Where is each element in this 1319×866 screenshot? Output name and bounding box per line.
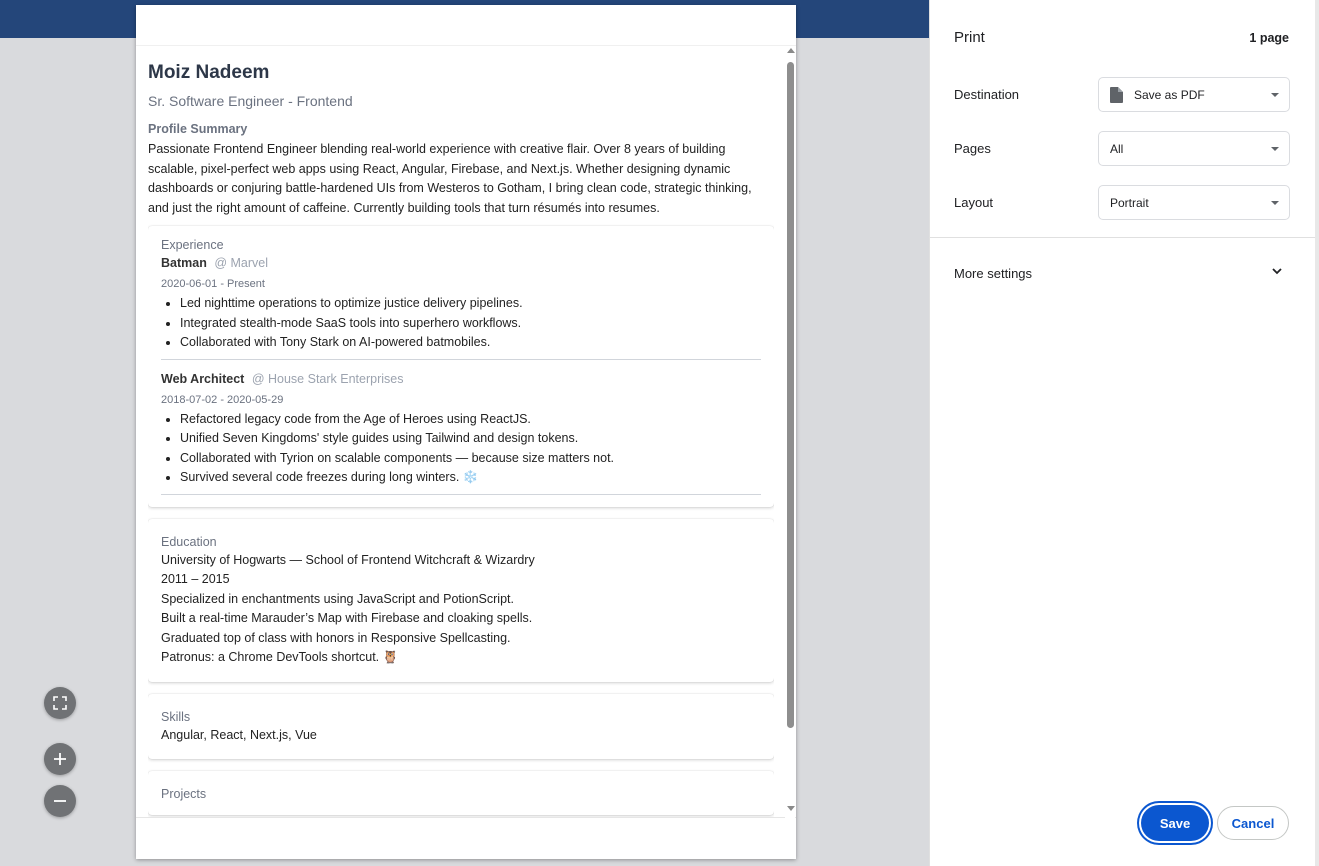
print-title: Print: [954, 29, 985, 46]
resume-document: Moiz Nadeem Sr. Software Engineer - Fron…: [148, 60, 774, 817]
resume-name: Moiz Nadeem: [148, 62, 270, 83]
job-company: @ Marvel: [214, 256, 268, 270]
zoom-in-icon: [54, 753, 66, 765]
job-bullet: Integrated stealth-mode SaaS tools into …: [180, 314, 761, 334]
skills-text: Angular, React, Next.js, Vue: [161, 727, 317, 742]
job-bullet: Collaborated with Tony Stark on AI-power…: [180, 333, 761, 353]
education-line: University of Hogwarts — School of Front…: [161, 552, 535, 567]
projects-card: Projects: [148, 771, 774, 815]
layout-label: Layout: [954, 195, 994, 210]
page-header-margin: [136, 5, 796, 46]
education-line: Specialized in enchantments using JavaSc…: [161, 591, 514, 606]
job-dates: 2018-07-02 - 2020-05-29: [161, 393, 284, 406]
destination-label: Destination: [954, 87, 1020, 102]
scroll-down-arrow-icon[interactable]: [787, 806, 795, 811]
preview-page: Moiz Nadeem Sr. Software Engineer - Fron…: [136, 5, 796, 859]
chevron-down-icon: [1271, 147, 1279, 151]
job-bullets: Refactored legacy code from the Age of H…: [161, 410, 761, 488]
education-card: Education University of Hogwarts — Schoo…: [148, 518, 774, 682]
job-bullet: Refactored legacy code from the Age of H…: [180, 410, 761, 430]
skills-heading: Skills: [161, 709, 191, 724]
cancel-button[interactable]: Cancel: [1217, 806, 1289, 840]
education-line: Patronus: a Chrome DevTools shortcut. 🦉: [161, 650, 399, 664]
zoom-out-button[interactable]: [44, 785, 76, 817]
resume-title: Sr. Software Engineer - Frontend: [148, 93, 353, 109]
job-bullet: Unified Seven Kingdoms' style guides usi…: [180, 429, 761, 449]
layout-select[interactable]: Portrait: [1098, 185, 1290, 220]
destination-select[interactable]: Save as PDF: [1098, 77, 1290, 112]
job-entry: Web Architect @ House Stark Enterprises …: [161, 370, 761, 495]
fit-to-page-icon: [53, 696, 67, 710]
print-settings-panel: Print 1 page Destination Save as PDF Pag…: [929, 0, 1316, 866]
zoom-out-icon: [54, 800, 66, 802]
job-bullet: Led nighttime operations to optimize jus…: [180, 294, 761, 314]
scroll-up-arrow-icon[interactable]: [787, 48, 795, 53]
job-entry: Batman @ Marvel 2020-06-01 - Present Led…: [161, 254, 761, 360]
job-role: Web Architect: [161, 371, 245, 386]
panel-edge: [1315, 0, 1319, 866]
page-footer-margin: [136, 817, 796, 859]
summary-text: Passionate Frontend Engineer blending re…: [148, 142, 752, 215]
destination-value: Save as PDF: [1134, 87, 1205, 102]
scrollbar-thumb[interactable]: [787, 62, 794, 728]
chevron-down-icon: [1271, 201, 1279, 205]
job-bullet: Collaborated with Tyrion on scalable com…: [180, 449, 761, 469]
education-line: Built a real-time Marauder’s Map with Fi…: [161, 611, 533, 625]
job-bullets: Led nighttime operations to optimize jus…: [161, 294, 761, 353]
job-company: @ House Stark Enterprises: [251, 371, 404, 386]
education-line: 2011 – 2015: [161, 572, 230, 586]
job-divider: [161, 358, 761, 360]
skills-card: Skills Angular, React, Next.js, Vue: [148, 693, 774, 759]
layout-value: Portrait: [1110, 195, 1149, 210]
projects-heading: Projects: [161, 787, 207, 801]
save-button[interactable]: Save: [1141, 805, 1209, 841]
experience-card: Experience Batman @ Marvel 2020-06-01 - …: [148, 226, 774, 507]
job-divider: [161, 493, 761, 495]
experience-heading: Experience: [161, 238, 224, 252]
zoom-in-button[interactable]: [44, 743, 76, 775]
education-heading: Education: [161, 534, 217, 549]
pages-label: Pages: [954, 141, 991, 156]
document-icon: [1110, 86, 1123, 103]
job-role: Batman: [161, 256, 207, 270]
summary-heading: Profile Summary: [148, 122, 248, 136]
job-bullet: Survived several code freezes during lon…: [180, 468, 761, 488]
fit-to-page-button[interactable]: [44, 687, 76, 719]
panel-divider: [930, 237, 1316, 238]
job-header: Web Architect @ House Stark Enterprises: [161, 370, 761, 389]
page-count: 1 page: [1249, 31, 1289, 45]
chevron-down-icon[interactable]: [1270, 264, 1284, 278]
pages-select[interactable]: All: [1098, 131, 1290, 166]
chevron-down-icon: [1271, 93, 1279, 97]
job-dates: 2020-06-01 - Present: [161, 278, 265, 290]
pages-value: All: [1110, 141, 1124, 156]
job-header: Batman @ Marvel: [161, 254, 761, 273]
education-line: Graduated top of class with honors in Re…: [161, 630, 511, 645]
more-settings-toggle[interactable]: More settings: [954, 266, 1032, 281]
